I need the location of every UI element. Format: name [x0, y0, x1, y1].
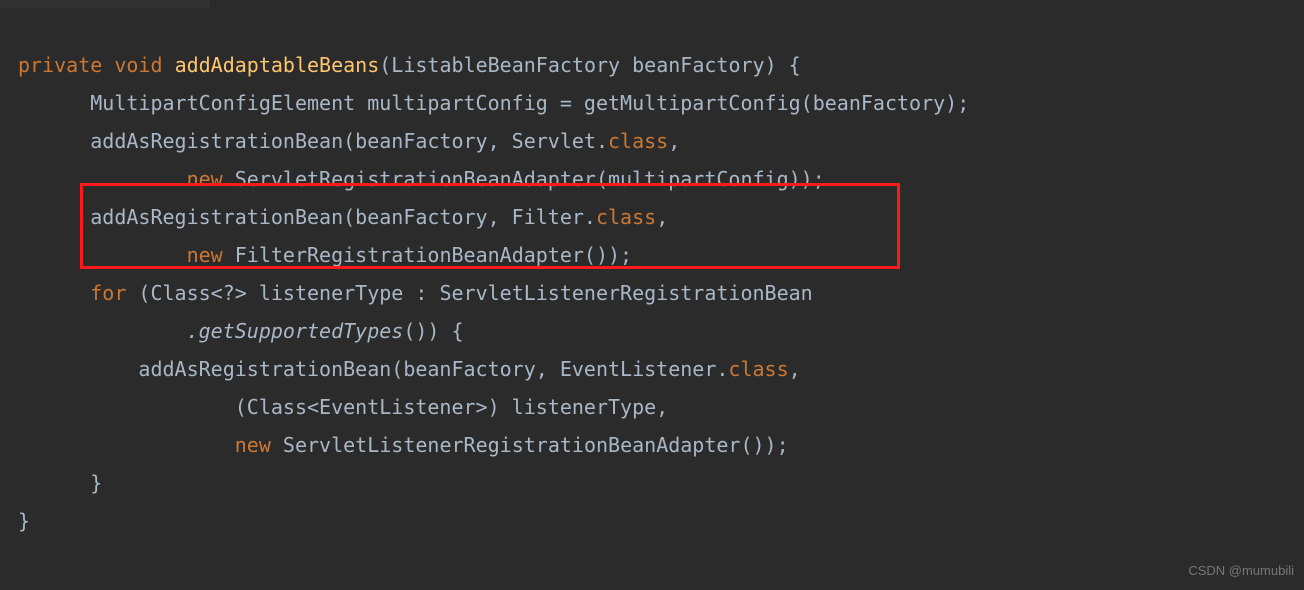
- code-text: addAsRegistrationBean(beanFactory, Servl…: [18, 129, 608, 153]
- keyword-void: void: [114, 53, 162, 77]
- code-line: .getSupportedTypes()) {: [18, 319, 464, 343]
- code-text: ServletListenerRegistrationBeanAdapter()…: [271, 433, 789, 457]
- keyword-class: class: [728, 357, 788, 381]
- keyword-new: new: [187, 243, 223, 267]
- watermark-text: CSDN @mumubili: [1188, 559, 1294, 584]
- code-text: (ListableBeanFactory beanFactory) {: [379, 53, 800, 77]
- code-line: }: [18, 471, 102, 495]
- code-text: (Class<?> listenerType : ServletListener…: [126, 281, 812, 305]
- code-editor[interactable]: private void addAdaptableBeans(ListableB…: [0, 0, 1304, 540]
- method-name: addAdaptableBeans: [175, 53, 380, 77]
- code-text: ()) {: [403, 319, 463, 343]
- code-line: new ServletRegistrationBeanAdapter(multi…: [18, 167, 825, 191]
- code-text: FilterRegistrationBeanAdapter());: [223, 243, 632, 267]
- code-line: new ServletListenerRegistrationBeanAdapt…: [18, 433, 789, 457]
- keyword-private: private: [18, 53, 102, 77]
- keyword-class: class: [596, 205, 656, 229]
- keyword-new: new: [187, 167, 223, 191]
- code-line: MultipartConfigElement multipartConfig =…: [18, 91, 969, 115]
- code-line: (Class<EventListener>) listenerType,: [18, 395, 668, 419]
- code-line: private void addAdaptableBeans(ListableB…: [18, 53, 801, 77]
- method-call: .getSupportedTypes: [187, 319, 404, 343]
- code-text: ,: [789, 357, 801, 381]
- keyword-class: class: [608, 129, 668, 153]
- code-line: new FilterRegistrationBeanAdapter());: [18, 243, 632, 267]
- code-text: ,: [656, 205, 668, 229]
- code-text: ServletRegistrationBeanAdapter(multipart…: [223, 167, 825, 191]
- code-text: addAsRegistrationBean(beanFactory, Event…: [18, 357, 728, 381]
- code-line: addAsRegistrationBean(beanFactory, Filte…: [18, 205, 668, 229]
- code-line: }: [18, 509, 30, 533]
- code-line: for (Class<?> listenerType : ServletList…: [18, 281, 813, 305]
- code-line: addAsRegistrationBean(beanFactory, Event…: [18, 357, 801, 381]
- code-text: addAsRegistrationBean(beanFactory, Filte…: [18, 205, 596, 229]
- keyword-for: for: [90, 281, 126, 305]
- code-line: addAsRegistrationBean(beanFactory, Servl…: [18, 129, 680, 153]
- code-text: ,: [668, 129, 680, 153]
- keyword-new: new: [235, 433, 271, 457]
